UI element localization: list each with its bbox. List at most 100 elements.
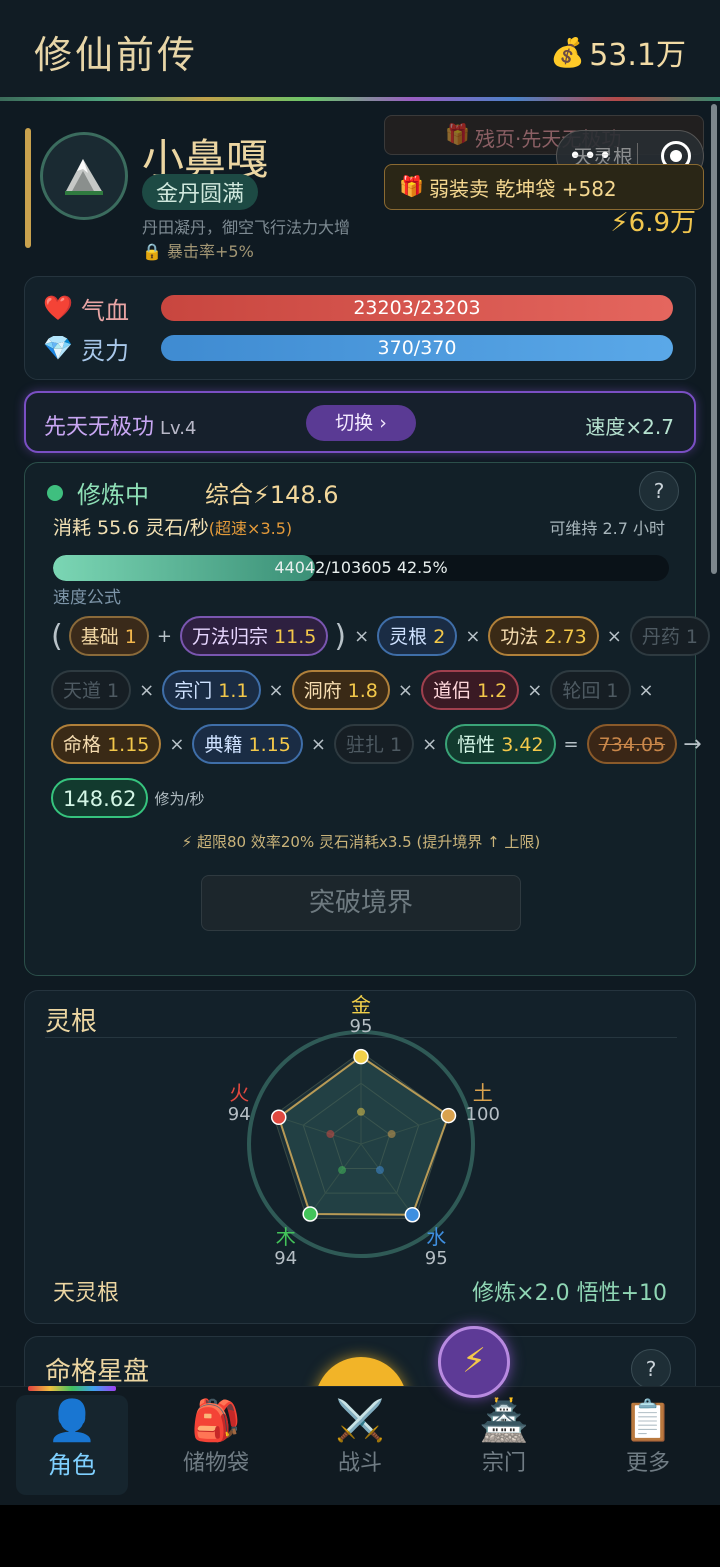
element-name: 水 [426,1224,447,1249]
chip-gongfa[interactable]: 功法 2.73 [488,616,599,656]
chip-tiandao[interactable]: 天道 1 [51,670,132,710]
chip-gongfa-value: 2.73 [544,626,587,648]
chip-fate[interactable]: 命格 1.15 [51,724,162,764]
system-nav-area [0,1505,720,1567]
element-name: 火 [229,1081,250,1106]
cultivation-panel: 修炼中 综合⚡148.6 ? 消耗 55.6 灵石/秒(超速×3.5) 可维持 … [24,462,720,976]
radar-inner-dot-4 [326,1130,335,1139]
app-screen: 修仙前传 💰 53.1万 小鼻嘎 金丹圆满 丹田凝丹，御空飞行法力大增 🔒 暴击… [0,0,720,1505]
cultivation-progress: 44042/103605 42.5% [53,555,669,581]
formula-row-3: 命格 1.15 × 典籍 1.15 × 驻扎 1 × 悟性 3.42 = 734… [51,723,702,765]
breakthrough-button[interactable]: 突破境界 [201,875,521,931]
chip-fate-value: 1.15 [107,734,150,756]
op-times: × [310,733,326,755]
op-times: × [139,679,155,701]
clipboard-icon: 📋 [623,1398,673,1444]
money-amount: 53.1万 [589,38,686,73]
sustain-time: 可维持 2.7 小时 [549,519,665,538]
active-tab-indicator [28,1386,116,1391]
tab-label: 储物袋 [182,1451,249,1476]
op-times: × [268,679,284,701]
spirit-root-panel: 灵根 金 95 土 100 水 95 木 94 火 94 天灵根 修炼×2.0 悟性+10 [24,990,696,1324]
op-times: × [422,733,438,755]
chip-reincarnation[interactable]: 轮回 1 [550,670,631,710]
chip-classic[interactable]: 典籍 1.15 [192,724,303,764]
combat-power: ⚡6.9万 [610,208,696,238]
chip-wanfa-value: 11.5 [274,626,317,648]
chip-wisdom[interactable]: 悟性 3.42 [445,724,556,764]
cultivation-status-text: 修炼中 [77,481,149,509]
tab-label: 更多 [625,1451,670,1476]
heart-icon: ❤️ [43,294,73,322]
arrow-right-icon: → [683,731,702,757]
radar-inner-dot-1 [387,1130,396,1139]
overspeed-text: (超速×3.5) [208,519,293,538]
chip-capped-value: 734.05 [586,724,678,764]
radar-inner-dot-2 [375,1166,384,1175]
tab-label: 角色 [48,1451,96,1479]
op-times: × [527,679,543,701]
technique-name: 先天无极功 Lv.4 [44,409,196,441]
op-times: × [397,679,413,701]
chip-result: 148.62 [51,778,149,818]
tab-sect[interactable]: 🏯 宗门 [448,1395,560,1495]
tab-battle[interactable]: ⚔️ 战斗 [304,1395,416,1495]
switch-technique-button[interactable]: 切换 › [306,405,416,441]
technique-level: Lv.4 [160,418,197,439]
element-name: 木 [275,1224,296,1249]
spirit-root-bonus: 修炼×2.0 悟性+10 [472,1281,667,1306]
gift-icon: 🎁 [445,122,470,146]
quick-action-button[interactable]: ⚡ [438,1326,510,1398]
technique-bar: 先天无极功 Lv.4 切换 › 速度×2.7 [24,391,696,453]
element-label-3: 木 94 [261,1226,311,1270]
help-button[interactable]: ? [639,471,679,511]
tab-label: 宗门 [481,1451,526,1476]
chip-station[interactable]: 驻扎 1 [333,724,415,764]
chip-base[interactable]: 基础 1 [68,616,149,656]
chip-root[interactable]: 灵根 2 [377,616,458,656]
gift-icon: 🎁 [399,174,424,198]
diamond-icon: 💎 [43,334,73,362]
character-icon: 👤 [47,1398,97,1444]
tab-character[interactable]: 👤 角色 [16,1395,128,1495]
element-name: 金 [351,993,371,1017]
formula-row-4: 148.62 修为/秒 [51,777,205,819]
spirit-root-type: 天灵根 [53,1281,120,1306]
chip-wanfa[interactable]: 万法归宗 11.5 [179,616,329,656]
header-divider [0,97,720,101]
money-display: 💰 53.1万 [550,30,686,74]
chip-fate-label: 命格 [63,734,102,756]
element-label-4: 火 94 [214,1082,264,1126]
scrollbar[interactable] [711,104,717,574]
chip-base-value: 1 [124,626,137,648]
bottom-nav: 👤 角色 🎒 储物袋 ⚔️ 战斗 🏯 宗门 📋 更多 [0,1386,720,1505]
chip-cave-value: 1.8 [347,680,378,702]
spirit-root-title: 灵根 [45,1007,98,1037]
stone-consumption: 消耗 55.6 灵石/秒(超速×3.5) [53,513,292,540]
chip-partner-value: 1.2 [477,680,508,702]
crossed-swords-icon: ⚔️ [335,1398,385,1444]
tab-more[interactable]: 📋 更多 [592,1395,704,1495]
app-title: 修仙前传 [34,33,199,77]
destiny-help-button[interactable]: ? [631,1349,671,1389]
radar-inner-dot-0 [357,1107,365,1116]
profile-card: 小鼻嘎 金丹圆满 丹田凝丹，御空飞行法力大增 🔒 暴击率+5% 🎁 残页·先天无… [22,115,704,268]
chip-sect[interactable]: 宗门 1.1 [162,670,261,710]
cultivation-status: 修炼中 [47,475,149,510]
money-bag-icon: 💰 [550,35,586,69]
radar-point-4 [271,1109,287,1126]
element-name: 土 [472,1081,493,1106]
chip-pill[interactable]: 丹药 1 [629,616,711,656]
tab-storage[interactable]: 🎒 储物袋 [160,1395,272,1495]
chip-sect-value: 1.1 [218,680,249,702]
avatar[interactable] [40,132,128,220]
chip-cave[interactable]: 洞府 1.8 [291,670,390,710]
tab-label: 战斗 [337,1451,382,1476]
chip-partner[interactable]: 道侣 1.2 [420,670,520,710]
element-value: 100 [465,1104,500,1126]
chip-partner-label: 道侣 [432,680,471,702]
realm-badge: 金丹圆满 [142,174,259,210]
consume-text: 消耗 55.6 灵石/秒 [53,517,209,539]
cultivation-total: 综合⚡148.6 [205,481,339,509]
element-label-0: 金 95 [336,994,386,1038]
